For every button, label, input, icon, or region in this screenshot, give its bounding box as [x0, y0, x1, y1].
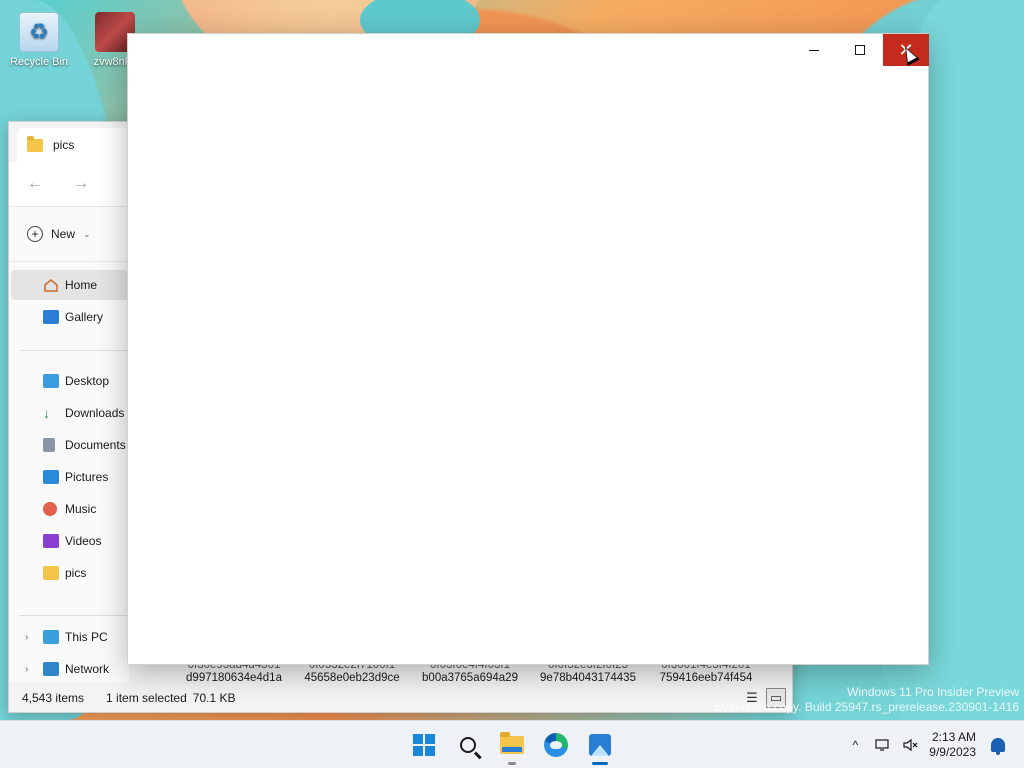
sidebar-item-label: Pictures — [65, 470, 109, 484]
blank-app-window[interactable]: ✕ — [127, 33, 929, 665]
tab-title: pics — [53, 138, 75, 152]
music-icon — [43, 502, 57, 516]
sidebar-item-label: Network — [65, 662, 110, 676]
sidebar-item-label: Downloads — [65, 406, 125, 420]
sidebar-item-label: Documents — [65, 438, 126, 452]
sidebar-item-label: Gallery — [65, 310, 104, 324]
search-icon — [460, 737, 476, 753]
desktop-icon-recycle-bin[interactable]: ♻ Recycle Bin — [4, 12, 74, 68]
maximize-button[interactable] — [837, 34, 883, 66]
network-icon — [43, 662, 59, 676]
home-icon — [43, 278, 59, 292]
bell-icon — [991, 738, 1005, 755]
sidebar-item-desktop[interactable]: Desktop — [11, 366, 129, 396]
selection-size: 70.1 KB — [192, 691, 236, 705]
file-explorer-icon — [500, 732, 524, 754]
navigation-pane: Home Gallery Desktop ↓ Downloads Documen… — [9, 262, 129, 682]
back-arrow-icon[interactable]: ← — [27, 175, 43, 193]
sidebar-item-downloads[interactable]: ↓ Downloads — [11, 398, 129, 428]
divider — [19, 350, 127, 351]
sidebar-item-label: Home — [65, 278, 98, 292]
file-item[interactable]: b00a3765a694a29 — [415, 672, 525, 684]
download-icon: ↓ — [43, 405, 50, 421]
minimize-icon — [809, 49, 819, 51]
taskbar-file-explorer[interactable] — [494, 727, 530, 765]
new-button-label: New — [51, 227, 76, 241]
photos-icon — [589, 734, 611, 756]
documents-icon — [43, 438, 55, 452]
edge-icon — [544, 733, 568, 757]
plus-icon: + — [27, 226, 43, 242]
sidebar-item-network[interactable]: › Network — [11, 654, 129, 684]
this-pc-icon — [43, 630, 59, 644]
desktop-folder-icon — [43, 374, 59, 388]
sidebar-item-label: Desktop — [65, 374, 110, 388]
sidebar-item-label: This PC — [65, 630, 108, 644]
notifications-button[interactable] — [984, 731, 1012, 759]
sidebar-item-videos[interactable]: Videos — [11, 526, 129, 556]
divider — [19, 615, 127, 616]
search-button[interactable] — [450, 727, 486, 763]
chevron-up-icon[interactable]: ^ — [841, 731, 869, 759]
start-button[interactable] — [406, 727, 442, 763]
volume-muted-icon[interactable] — [897, 731, 925, 759]
gallery-icon — [43, 310, 59, 324]
status-bar: 4,543 items 1 item selected 70.1 KB ☰ ▭ — [9, 684, 792, 712]
file-item[interactable]: 759416eeb74f454 — [651, 672, 761, 684]
taskbar: ^ 2:13 AM 9/9/2023 — [0, 720, 1024, 768]
sidebar-item-this-pc[interactable]: › This PC — [11, 622, 129, 652]
folder-icon — [27, 135, 43, 152]
clock-time: 2:13 AM — [931, 730, 976, 744]
sidebar-item-label: Music — [65, 502, 97, 516]
minimize-button[interactable] — [791, 34, 837, 66]
sidebar-item-pictures[interactable]: Pictures — [11, 462, 129, 492]
file-item[interactable]: d997180634e4d1a — [179, 672, 289, 684]
new-button[interactable]: + New ⌄ — [27, 226, 91, 242]
watermark-line: Evaluation copy. Build 25947.rs_prerelea… — [714, 700, 1019, 714]
recycle-bin-icon: ♻ — [19, 12, 59, 52]
sidebar-item-home[interactable]: Home — [11, 270, 129, 300]
clock[interactable]: 2:13 AM 9/9/2023 — [925, 730, 984, 760]
forward-arrow-icon[interactable]: → — [73, 175, 89, 193]
system-tray: ^ 2:13 AM 9/9/2023 — [841, 721, 1024, 768]
taskbar-photos[interactable] — [582, 727, 618, 765]
maximize-icon — [855, 45, 865, 55]
file-item[interactable]: 45658e0eb23d9ce — [297, 672, 407, 684]
sidebar-item-documents[interactable]: Documents — [11, 430, 129, 460]
sidebar-item-gallery[interactable]: Gallery — [11, 302, 129, 332]
start-icon — [413, 734, 435, 756]
sidebar-item-pics[interactable]: pics — [11, 558, 129, 588]
sidebar-item-label: pics — [65, 566, 87, 580]
selection-count: 1 item selected — [106, 691, 187, 705]
clock-date: 9/9/2023 — [929, 745, 976, 759]
folder-icon — [43, 566, 59, 580]
chevron-right-icon[interactable]: › — [25, 664, 28, 675]
watermark-line: Windows 11 Pro Insider Preview — [847, 685, 1019, 699]
sidebar-item-label: Videos — [65, 534, 102, 548]
desktop-icon-label: Recycle Bin — [9, 56, 69, 68]
pictures-icon — [43, 470, 59, 484]
chevron-right-icon[interactable]: › — [25, 632, 28, 643]
item-count: 4,543 items — [22, 691, 85, 705]
os-watermark: Windows 11 Pro Insider Preview Evaluatio… — [714, 685, 1019, 715]
file-item[interactable]: 9e78b4043174435 — [533, 672, 643, 684]
sidebar-item-music[interactable]: Music — [11, 494, 129, 524]
taskbar-edge[interactable] — [538, 727, 574, 763]
videos-icon — [43, 534, 59, 548]
chevron-down-icon: ⌄ — [83, 228, 91, 239]
network-status-icon[interactable] — [869, 731, 897, 759]
